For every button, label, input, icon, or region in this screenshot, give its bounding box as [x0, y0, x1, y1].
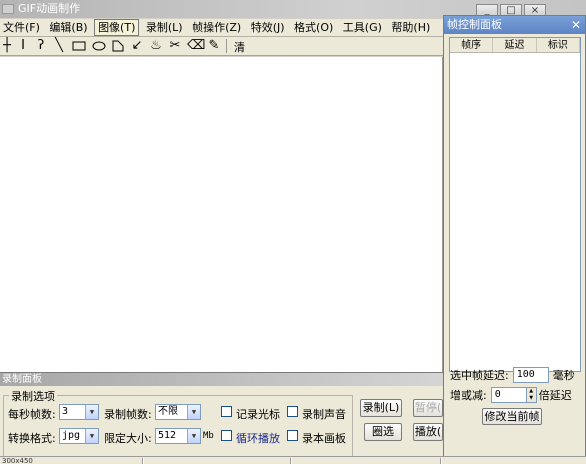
- pause-button[interactable]: 暂停(: [413, 399, 443, 417]
- chevron-down-icon[interactable]: ▼: [187, 429, 200, 443]
- delay-label: 选中帧延迟:: [450, 369, 509, 382]
- toolbar-separator: [226, 39, 227, 53]
- clear-button[interactable]: 清: [234, 39, 245, 55]
- fps-select[interactable]: 3 ▼: [59, 404, 99, 420]
- rectangle-icon[interactable]: [71, 39, 87, 53]
- frame-control-panel: 帧控制面板 ✕ 帧序 延迟 标识 选中帧延迟: 100 毫秒 增或减: 0 ▲ ▼…: [443, 15, 586, 464]
- frame-list-header: 帧序 延迟 标识: [450, 38, 580, 53]
- frames-label: 录制帧数:: [104, 408, 152, 421]
- size-label: 限定大小:: [104, 432, 152, 445]
- ellipse-icon[interactable]: [91, 39, 107, 53]
- close-icon[interactable]: ✕: [571, 16, 581, 34]
- spin-up-icon[interactable]: ▲: [527, 388, 536, 395]
- menu-frame-ops[interactable]: 帧操作(Z): [189, 19, 244, 36]
- crosshair-icon[interactable]: ┼: [0, 39, 14, 53]
- menu-effects[interactable]: 特效(J): [248, 19, 288, 36]
- drawing-canvas[interactable]: [0, 57, 443, 372]
- line-icon[interactable]: ╲: [52, 39, 66, 53]
- record-panel-title: 录制面板: [0, 373, 443, 386]
- chevron-down-icon[interactable]: ▼: [85, 405, 98, 419]
- spin-down-icon[interactable]: ▼: [527, 395, 536, 402]
- eraser-icon[interactable]: ⌫: [187, 39, 205, 53]
- menu-edit[interactable]: 编辑(B): [46, 19, 90, 36]
- column-header-mark[interactable]: 标识: [537, 38, 580, 52]
- size-value: 512: [158, 430, 177, 441]
- drawing-toolbar: ┼ I ʔ ╲ ↙ ♨ ✂ ⌫ ✎ 清: [0, 37, 443, 56]
- lasso-icon[interactable]: ʔ: [34, 39, 48, 53]
- status-dimensions: 300x450: [2, 457, 33, 464]
- size-select[interactable]: 512 ▼: [155, 428, 201, 444]
- record-sound-label: 录制声音: [302, 408, 346, 421]
- select-area-button[interactable]: 圈选: [364, 423, 402, 441]
- menu-record[interactable]: 录制(L): [143, 19, 186, 36]
- record-cursor-label: 记录光标: [236, 408, 280, 421]
- menu-format[interactable]: 格式(O): [291, 19, 336, 36]
- window-title: GIF动画制作: [18, 2, 81, 15]
- format-select[interactable]: jpg ▼: [59, 428, 99, 444]
- loop-play-checkbox[interactable]: [221, 430, 232, 441]
- record-options-group: 录制选项 每秒帧数: 3 ▼ 录制帧数: 不限 ▼ 记录光标 录制声音 转换格式: …: [3, 388, 353, 463]
- chevron-down-icon[interactable]: ▼: [85, 429, 98, 443]
- menu-file[interactable]: 文件(F): [0, 19, 43, 36]
- frames-value: 不限: [158, 406, 178, 417]
- adjust-input[interactable]: 0: [490, 387, 527, 403]
- delay-unit: 毫秒: [552, 369, 575, 382]
- menu-tools[interactable]: 工具(G): [340, 19, 385, 36]
- arrow-icon[interactable]: ↙: [130, 39, 144, 53]
- record-button[interactable]: 录制(L): [360, 399, 402, 417]
- status-separator: [440, 458, 442, 464]
- shape-icon[interactable]: [111, 39, 125, 53]
- delay-input[interactable]: 100: [512, 367, 549, 383]
- loop-play-label: 循环播放: [236, 432, 280, 445]
- spray-icon[interactable]: ♨: [149, 39, 163, 53]
- app-window: GIF动画制作 _ □ × 文件(F) 编辑(B) 图像(T) 录制(L) 帧操作(…: [0, 0, 586, 464]
- adjust-label: 增或减:: [450, 389, 487, 402]
- size-unit: Mb: [203, 431, 214, 441]
- text-cursor-icon[interactable]: I: [16, 39, 30, 53]
- frame-list[interactable]: 帧序 延迟 标识: [449, 37, 581, 372]
- adjust-spinner[interactable]: ▲ ▼: [526, 387, 537, 403]
- status-separator: [290, 458, 292, 464]
- adjust-row: 增或减: 0 ▲ ▼ 倍延迟: [450, 387, 572, 403]
- format-label: 转换格式:: [8, 432, 56, 445]
- record-panel: 录制面板 录制选项 每秒帧数: 3 ▼ 录制帧数: 不限 ▼ 记录光标 录制声音 转…: [0, 372, 443, 464]
- frame-panel-title-bar: 帧控制面板 ✕: [444, 16, 585, 34]
- play-button[interactable]: 播放(: [413, 423, 443, 441]
- eyedropper-icon[interactable]: ✎: [207, 39, 221, 53]
- fps-label: 每秒帧数:: [8, 408, 56, 421]
- status-bar: 300x450: [0, 456, 586, 464]
- delay-row: 选中帧延迟: 100 毫秒: [450, 367, 575, 383]
- record-options-legend: 录制选项: [9, 388, 57, 404]
- record-canvas-label: 录本画板: [302, 432, 346, 445]
- menu-image[interactable]: 图像(T): [94, 19, 140, 36]
- adjust-unit: 倍延迟: [538, 389, 572, 402]
- scissors-icon[interactable]: ✂: [168, 39, 182, 53]
- app-icon: [2, 4, 14, 14]
- column-header-order[interactable]: 帧序: [450, 38, 494, 52]
- modify-frame-button[interactable]: 修改当前帧: [482, 408, 542, 425]
- chevron-down-icon[interactable]: ▼: [187, 405, 200, 419]
- record-cursor-checkbox[interactable]: [221, 406, 232, 417]
- frames-select[interactable]: 不限 ▼: [155, 404, 201, 420]
- column-header-delay[interactable]: 延迟: [493, 38, 537, 52]
- record-sound-checkbox[interactable]: [287, 406, 298, 417]
- record-canvas-checkbox[interactable]: [287, 430, 298, 441]
- menu-help[interactable]: 帮助(H): [388, 19, 433, 36]
- fps-value: 3: [62, 406, 69, 417]
- format-value: jpg: [62, 430, 81, 441]
- frame-panel-title: 帧控制面板: [447, 18, 502, 31]
- status-separator: [142, 458, 144, 464]
